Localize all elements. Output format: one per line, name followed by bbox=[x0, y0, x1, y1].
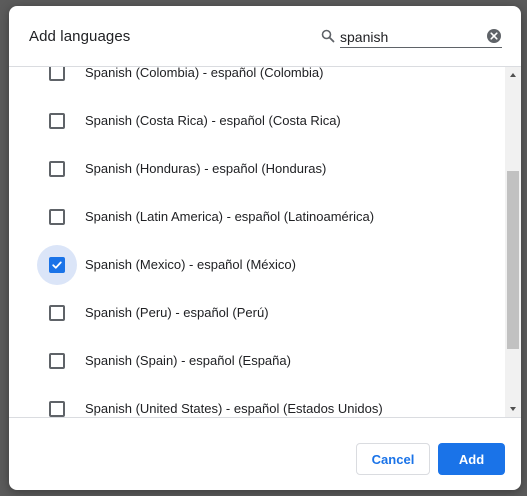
checkbox-ripple bbox=[37, 293, 77, 333]
dialog-footer: Cancel Add bbox=[9, 417, 521, 490]
dialog-title: Add languages bbox=[29, 28, 131, 45]
language-row[interactable]: Spanish (United States) - español (Estad… bbox=[9, 385, 505, 417]
list-scrollbar[interactable] bbox=[505, 67, 521, 417]
language-row[interactable]: Spanish (Honduras) - español (Honduras) bbox=[9, 145, 505, 193]
language-row[interactable]: Spanish (Spain) - español (España) bbox=[9, 337, 505, 385]
checkmark-icon bbox=[52, 261, 62, 269]
language-label: Spanish (Latin America) - español (Latin… bbox=[85, 209, 375, 224]
checkbox-ripple bbox=[37, 197, 77, 237]
language-row[interactable]: Spanish (Latin America) - español (Latin… bbox=[9, 193, 505, 241]
language-label: Spanish (Peru) - español (Perú) bbox=[85, 305, 269, 320]
search-icon bbox=[320, 28, 336, 44]
language-row[interactable]: Spanish (Peru) - español (Perú) bbox=[9, 289, 505, 337]
cancel-button[interactable]: Cancel bbox=[356, 443, 430, 475]
checkbox[interactable] bbox=[49, 67, 65, 81]
language-row[interactable]: Spanish (Mexico) - español (México) bbox=[9, 241, 505, 289]
scroll-down-arrow-icon[interactable] bbox=[505, 401, 521, 417]
checkbox-checked[interactable] bbox=[49, 257, 65, 273]
language-list: Spanish (Colombia) - español (Colombia) S… bbox=[9, 66, 505, 417]
checkbox[interactable] bbox=[49, 113, 65, 129]
checkbox[interactable] bbox=[49, 161, 65, 177]
language-row[interactable]: Spanish (Costa Rica) - español (Costa Ri… bbox=[9, 97, 505, 145]
checkbox-ripple bbox=[37, 389, 77, 417]
dialog-header: Add languages bbox=[9, 6, 521, 66]
language-label: Spanish (Colombia) - español (Colombia) bbox=[85, 66, 324, 80]
checkbox-ripple bbox=[37, 149, 77, 189]
add-button[interactable]: Add bbox=[438, 443, 505, 475]
scrollbar-thumb[interactable] bbox=[507, 171, 519, 349]
search-box bbox=[320, 26, 503, 48]
checkbox[interactable] bbox=[49, 305, 65, 321]
checkbox[interactable] bbox=[49, 353, 65, 369]
search-input[interactable] bbox=[340, 26, 502, 48]
language-label: Spanish (Mexico) - español (México) bbox=[85, 257, 296, 272]
checkbox[interactable] bbox=[49, 401, 65, 417]
checkbox[interactable] bbox=[49, 209, 65, 225]
checkbox-ripple bbox=[37, 101, 77, 141]
add-languages-dialog: Add languages Spanish (Colombia) - españ… bbox=[9, 6, 521, 490]
checkbox-ripple bbox=[37, 67, 77, 93]
checkbox-ripple bbox=[37, 341, 77, 381]
language-row[interactable]: Spanish (Colombia) - español (Colombia) bbox=[9, 66, 505, 97]
language-label: Spanish (Spain) - español (España) bbox=[85, 353, 291, 368]
language-label: Spanish (Costa Rica) - español (Costa Ri… bbox=[85, 113, 341, 128]
clear-icon[interactable] bbox=[487, 29, 501, 43]
checkbox-ripple bbox=[37, 245, 77, 285]
scroll-up-arrow-icon[interactable] bbox=[505, 67, 521, 83]
language-label: Spanish (Honduras) - español (Honduras) bbox=[85, 161, 327, 176]
language-label: Spanish (United States) - español (Estad… bbox=[85, 401, 383, 416]
language-list-container: Spanish (Colombia) - español (Colombia) S… bbox=[9, 66, 521, 418]
